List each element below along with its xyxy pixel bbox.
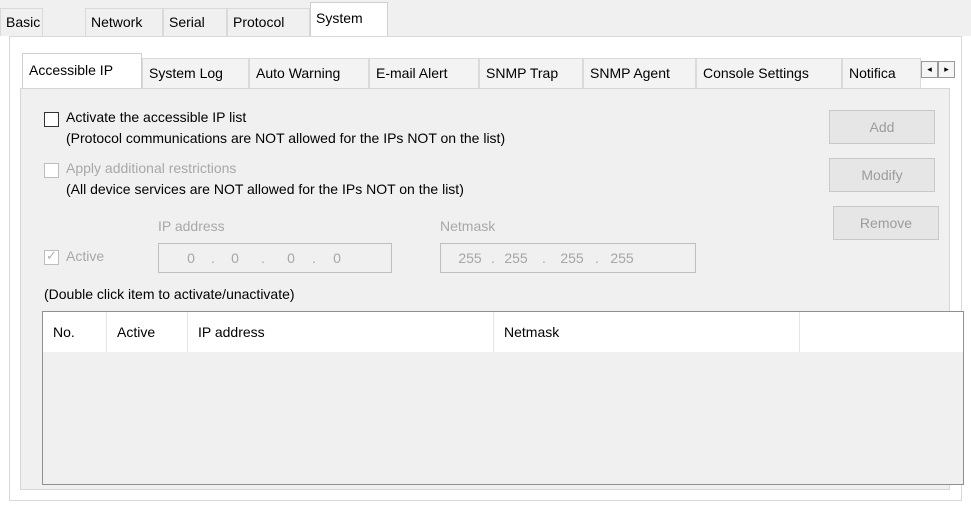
- activate-list-note: (Protocol communications are NOT allowed…: [66, 130, 506, 146]
- ip-dot: .: [211, 250, 215, 266]
- subtab-snmp-trap[interactable]: SNMP Trap: [479, 58, 583, 88]
- column-ip-address[interactable]: IP address: [188, 312, 494, 352]
- subtab-console-settings[interactable]: Console Settings: [696, 58, 842, 88]
- scroll-right-icon[interactable]: ▸: [938, 61, 955, 78]
- mask-octet-4: 255: [610, 250, 634, 266]
- ip-octet-3: 0: [287, 250, 295, 266]
- ip-address-input[interactable]: 0 . 0 . 0 . 0: [158, 243, 392, 273]
- ip-dot: .: [261, 250, 265, 266]
- modify-button[interactable]: Modify: [829, 158, 935, 192]
- tab-network[interactable]: Network: [85, 8, 163, 36]
- add-button[interactable]: Add: [829, 110, 935, 144]
- column-active[interactable]: Active: [107, 312, 188, 352]
- netmask-label: Netmask: [440, 218, 496, 234]
- tab-protocol[interactable]: Protocol: [227, 8, 310, 36]
- mask-octet-2: 255: [504, 250, 528, 266]
- netmask-input[interactable]: 255 . 255 . 255 . 255: [440, 243, 696, 273]
- ip-address-label: IP address: [158, 218, 225, 234]
- subtab-notification[interactable]: Notifica: [842, 58, 921, 88]
- ip-octet-1: 0: [187, 250, 195, 266]
- mask-dot: .: [595, 250, 599, 266]
- tab-basic[interactable]: Basic: [0, 8, 43, 36]
- active-checkbox[interactable]: ✓: [44, 248, 59, 265]
- activate-list-label: Activate the accessible IP list: [66, 109, 247, 125]
- remove-button[interactable]: Remove: [833, 206, 939, 240]
- subtab-auto-warning[interactable]: Auto Warning: [249, 58, 369, 88]
- activate-list-checkbox[interactable]: [44, 112, 59, 127]
- mask-octet-3: 255: [560, 250, 584, 266]
- checkmark-icon: ✓: [46, 248, 57, 263]
- tab-serial[interactable]: Serial: [163, 8, 227, 36]
- tab-scroll: ◂ ▸: [921, 61, 955, 78]
- mask-dot: .: [491, 250, 495, 266]
- restrictions-label: Apply additional restrictions: [66, 160, 237, 176]
- ip-dot: .: [312, 250, 316, 266]
- top-tab-bar: Basic Network Serial Protocol System: [0, 0, 971, 37]
- accessible-ip-table[interactable]: No. Active IP address Netmask: [42, 311, 964, 485]
- mask-octet-1: 255: [458, 250, 482, 266]
- subtab-accessible-ip[interactable]: Accessible IP: [22, 53, 142, 89]
- double-click-hint: (Double click item to activate/unactivat…: [44, 286, 295, 302]
- subtab-snmp-agent[interactable]: SNMP Agent: [583, 58, 696, 88]
- active-label: Active: [66, 248, 105, 264]
- subtab-system-log[interactable]: System Log: [142, 58, 249, 88]
- scroll-left-icon[interactable]: ◂: [921, 61, 938, 78]
- ip-octet-2: 0: [231, 250, 239, 266]
- mask-dot: .: [542, 250, 546, 266]
- ip-octet-4: 0: [333, 250, 341, 266]
- column-no[interactable]: No.: [43, 312, 107, 352]
- column-netmask[interactable]: Netmask: [494, 312, 800, 352]
- restrictions-note: (All device services are NOT allowed for…: [66, 181, 464, 197]
- tab-system[interactable]: System: [310, 2, 388, 37]
- subtab-email-alert[interactable]: E-mail Alert: [369, 58, 479, 88]
- restrictions-checkbox[interactable]: [44, 163, 59, 178]
- table-header: No. Active IP address Netmask: [43, 312, 963, 352]
